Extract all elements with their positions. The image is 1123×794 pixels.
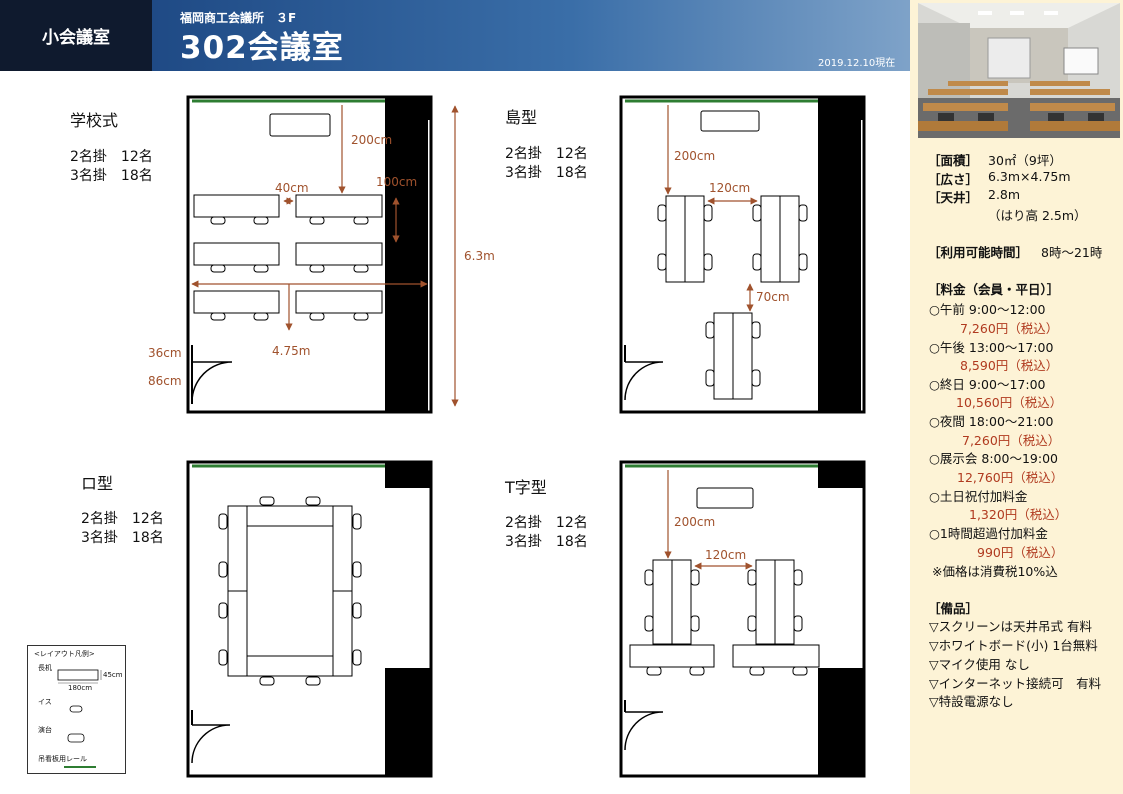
dim-label: 200cm xyxy=(674,515,715,529)
dim-label: 4.75m xyxy=(272,344,310,358)
equipment-item: ▽マイク使用 なし xyxy=(929,657,1030,672)
size-value: 6.3m×4.75m xyxy=(988,169,1071,184)
legend-chair-icon xyxy=(69,705,83,713)
dim-label: 36cm xyxy=(148,346,182,360)
size-label: ［広さ］ xyxy=(928,172,979,187)
dim-label: 6.3m xyxy=(464,249,495,263)
fee-title: ［料金（会員・平日）］ xyxy=(928,282,1060,297)
podium xyxy=(269,113,331,137)
dim-label: 100cm xyxy=(376,175,417,189)
plan-t-shape xyxy=(619,460,866,778)
equipment-item: ▽ホワイトボード(小) 1台無料 xyxy=(929,638,1098,653)
fee-label: ○展示会 8:00～19:00 xyxy=(929,451,1058,466)
ceiling-value: 2.8m xyxy=(988,187,1021,202)
ceiling-note: （はり高 2.5m） xyxy=(988,208,1087,223)
fee-price: 990円（税込） xyxy=(977,545,1064,560)
ceiling-label: ［天井］ xyxy=(928,190,979,205)
fee-price: 1,320円（税込） xyxy=(969,507,1068,522)
dim-label: 120cm xyxy=(709,181,750,195)
room-photo xyxy=(918,3,1120,138)
pillar xyxy=(385,97,431,305)
equipment-title: ［備品］ xyxy=(928,601,979,616)
dim-label: 70cm xyxy=(756,290,790,304)
plan-square xyxy=(186,460,433,778)
plan-school xyxy=(186,95,459,414)
plan-island xyxy=(619,95,866,414)
fee-label: ○終日 9:00～17:00 xyxy=(929,377,1046,392)
fee-price: 7,260円（税込） xyxy=(960,321,1059,336)
pillar xyxy=(385,462,431,488)
legend-podium-icon xyxy=(67,733,85,743)
fee-price: 12,760円（税込） xyxy=(957,470,1064,485)
dim-label: 200cm xyxy=(351,133,392,147)
fee-label: ○夜間 18:00～21:00 xyxy=(929,414,1054,429)
equipment-item: ▽インターネット接続可 有料 xyxy=(929,676,1102,691)
fee-label: ○土日祝付加料金 xyxy=(929,489,1028,504)
dim-label: 40cm xyxy=(275,181,309,195)
podium xyxy=(696,487,754,509)
hours-label: ［利用可能時間］ xyxy=(928,245,1029,260)
pillar xyxy=(818,462,864,488)
hours-value: 8時～21時 xyxy=(1041,245,1103,260)
fee-label: ○1時間超過付加料金 xyxy=(929,526,1048,541)
layout-legend: <レイアウト凡例> 長机 45cm 180cm イス 演台 吊看板用レール xyxy=(27,645,126,774)
area-value: 30㎡（9坪） xyxy=(988,153,1062,168)
dim-label: 120cm xyxy=(705,548,746,562)
fee-price: 8,590円（税込） xyxy=(960,358,1059,373)
podium xyxy=(700,110,760,132)
fee-label: ○午後 13:00～17:00 xyxy=(929,340,1054,355)
equipment-item: ▽特設電源なし xyxy=(929,694,1014,709)
fee-price: 7,260円（税込） xyxy=(962,433,1061,448)
pillar xyxy=(818,97,864,305)
fee-label: ○午前 9:00～12:00 xyxy=(929,302,1046,317)
fee-price: 10,560円（税込） xyxy=(956,395,1063,410)
legend-desk-icon xyxy=(57,669,99,681)
floor-plans: 200cm 40cm 100cm 6.3m 4.75m 36cm 86cm 20… xyxy=(148,95,866,778)
area-label: ［面積］ xyxy=(928,153,979,168)
fee-note: ※価格は消費税10%込 xyxy=(932,564,1058,579)
dim-label: 200cm xyxy=(674,149,715,163)
equipment-item: ▽スクリーンは天井吊式 有料 xyxy=(929,619,1092,634)
dim-label: 86cm xyxy=(148,374,182,388)
